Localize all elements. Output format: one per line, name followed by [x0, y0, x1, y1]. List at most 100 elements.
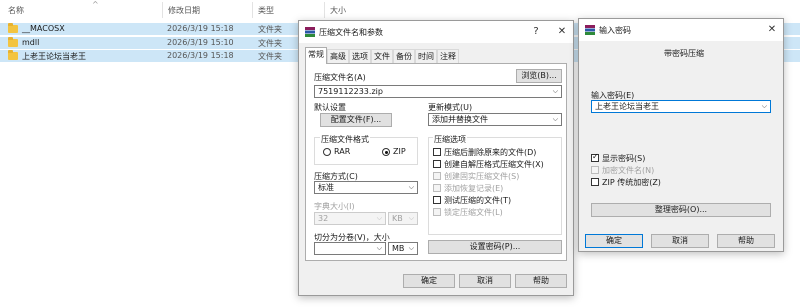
chevron-down-icon[interactable]: ⌵ [762, 101, 767, 112]
file-type: 文件夹 [258, 39, 282, 48]
zip-legacy-checkbox[interactable] [591, 178, 599, 186]
folder-icon [8, 37, 18, 47]
column-header-name[interactable]: 名称 [8, 5, 24, 16]
chevron-down-icon: ⌵ [408, 183, 414, 191]
profiles-button[interactable]: 配置文件(F)... [320, 113, 392, 127]
help-button[interactable]: 帮助 [515, 274, 567, 288]
split-size-input[interactable]: ⌵ [314, 242, 386, 255]
file-modified: 2026/3/19 15:10 [167, 38, 234, 47]
format-rar-label[interactable]: RAR [334, 147, 350, 156]
zip-legacy-label[interactable]: ZIP 传统加密(Z) [602, 177, 661, 188]
archive-dialog-title: 压缩文件名和参数 [319, 28, 383, 37]
solid-label: 创建固实压缩文件(S) [444, 172, 520, 181]
split-unit-value: MB [392, 244, 405, 253]
column-header-modified[interactable]: 修改日期 [168, 5, 200, 16]
show-password-checkbox[interactable] [591, 152, 599, 162]
cancel-button[interactable]: 取消 [459, 274, 511, 288]
solid-checkbox[interactable] [433, 172, 441, 180]
sfx-checkbox[interactable] [433, 160, 441, 168]
file-name: 上老王论坛当老王 [22, 52, 86, 61]
delete-after-checkbox[interactable] [433, 148, 441, 156]
column-divider[interactable] [252, 2, 253, 18]
tab-files[interactable]: 文件 [371, 49, 393, 63]
lock-archive-checkbox[interactable] [433, 208, 441, 216]
archive-dialog-titlebar[interactable]: 压缩文件名和参数 ? ✕ [299, 21, 573, 43]
dictionary-size-select[interactable]: 32 ⌵ [314, 212, 386, 225]
set-password-button[interactable]: 设置密码(P)... [428, 240, 562, 254]
file-modified: 2026/3/19 15:18 [167, 51, 234, 60]
recovery-record-label: 添加恢复记录(E) [444, 184, 504, 193]
file-modified: 2026/3/19 15:18 [167, 24, 234, 33]
folder-icon [8, 50, 18, 60]
help-title-button[interactable]: ? [529, 25, 543, 39]
password-dialog-title: 输入密码 [599, 26, 631, 35]
cancel-button[interactable]: 取消 [651, 234, 709, 248]
options-group-label: 压缩选项 [433, 134, 467, 145]
file-name: __MACOSX [22, 24, 65, 33]
password-dialog: 输入密码 ✕ 带密码压缩 输入密码(E) 上老王论坛当老王 ⌵ 显示密码(S) … [578, 18, 784, 252]
sfx-label[interactable]: 创建自解压格式压缩文件(X) [444, 159, 544, 170]
test-files-label[interactable]: 测试压缩的文件(T) [444, 195, 511, 206]
test-files-checkbox[interactable] [433, 196, 441, 204]
chevron-down-icon: ⌵ [408, 244, 414, 252]
column-header-type[interactable]: 类型 [258, 5, 274, 16]
format-zip-radio[interactable] [382, 148, 390, 156]
organize-passwords-button[interactable]: 整理密码(O)... [591, 203, 771, 217]
winrar-app-icon [305, 27, 315, 37]
tab-advanced[interactable]: 高级 [327, 49, 349, 63]
archive-name-label: 压缩文件名(A) [314, 73, 366, 82]
recovery-record-checkbox[interactable] [433, 184, 441, 192]
browse-button[interactable]: 浏览(B)... [516, 69, 562, 83]
sort-caret-icon: ^ [92, 0, 99, 9]
chevron-down-icon: ⌵ [376, 244, 382, 252]
method-select[interactable]: 标准 ⌵ [314, 181, 418, 194]
column-header-size[interactable]: 大小 [330, 5, 346, 16]
close-icon[interactable]: ✕ [765, 23, 779, 37]
archive-name-input[interactable]: 7519112233.zip ⌵ [314, 85, 562, 98]
chevron-down-icon: ⌵ [408, 214, 414, 222]
file-type: 文件夹 [258, 25, 282, 34]
help-button[interactable]: 帮助 [717, 234, 775, 248]
dictionary-unit-value: KB [392, 214, 403, 223]
update-mode-select[interactable]: 添加并替换文件 ⌵ [428, 113, 562, 126]
dictionary-unit-select[interactable]: KB ⌵ [388, 212, 418, 225]
winrar-app-icon [585, 25, 595, 35]
format-zip-label[interactable]: ZIP [393, 147, 406, 156]
password-value: 上老王论坛当老王 [595, 102, 659, 111]
close-icon[interactable]: ✕ [555, 25, 569, 39]
archive-name-value: 7519112233.zip [318, 87, 383, 96]
format-rar-radio[interactable] [323, 148, 331, 156]
default-settings-label: 默认设置 [314, 103, 346, 112]
update-mode-label: 更新模式(U) [428, 103, 473, 112]
lock-archive-label: 锁定压缩文件(L) [444, 208, 503, 217]
method-value: 标准 [318, 183, 334, 192]
split-unit-select[interactable]: MB ⌵ [388, 242, 418, 255]
dictionary-size-value: 32 [318, 214, 329, 223]
format-group-label: 压缩文件格式 [320, 134, 370, 145]
general-tab-panel: 压缩文件名(A) 浏览(B)... 7519112233.zip ⌵ 默认设置 … [305, 63, 567, 261]
delete-after-label[interactable]: 压缩后删除原来的文件(D) [444, 147, 536, 158]
chevron-down-icon[interactable]: ⌵ [553, 86, 558, 97]
encrypt-filenames-checkbox[interactable] [591, 166, 599, 174]
encrypt-filenames-label: 加密文件名(N) [602, 166, 655, 175]
dictionary-size-label: 字典大小(I) [314, 202, 355, 211]
tab-backup[interactable]: 备份 [393, 49, 415, 63]
password-dialog-titlebar[interactable]: 输入密码 ✕ [579, 19, 783, 41]
tab-time[interactable]: 时间 [415, 49, 437, 63]
tab-comment[interactable]: 注释 [437, 49, 459, 63]
file-type: 文件夹 [258, 52, 282, 61]
ok-button[interactable]: 确定 [403, 274, 455, 288]
column-divider[interactable] [162, 2, 163, 18]
archive-parameters-dialog: 压缩文件名和参数 ? ✕ 常规 高级 选项 文件 备份 时间 注释 压缩文件名(… [298, 20, 574, 296]
chevron-down-icon: ⌵ [552, 115, 558, 123]
show-password-label[interactable]: 显示密码(S) [602, 153, 645, 164]
chevron-down-icon: ⌵ [376, 214, 382, 222]
tab-options[interactable]: 选项 [349, 49, 371, 63]
tab-general[interactable]: 常规 [305, 47, 327, 64]
folder-icon [8, 23, 18, 33]
ok-button[interactable]: 确定 [585, 234, 643, 248]
update-mode-value: 添加并替换文件 [432, 115, 488, 124]
password-heading: 带密码压缩 [664, 49, 704, 58]
password-input[interactable]: 上老王论坛当老王 ⌵ [591, 100, 771, 113]
column-divider[interactable] [324, 2, 325, 18]
